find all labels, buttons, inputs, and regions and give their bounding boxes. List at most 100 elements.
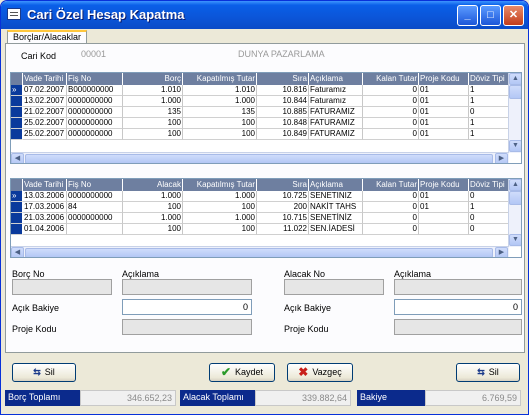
table-cell[interactable]: 01 (419, 202, 469, 213)
table-cell[interactable]: 200 (257, 202, 309, 213)
table-cell[interactable]: 1.010 (183, 85, 257, 96)
hscroll-thumb[interactable] (25, 154, 493, 163)
table-row[interactable]: 01.04.2006 100 100 11.022 SEN.İADESİ 0 0 (11, 224, 509, 235)
table-cell[interactable]: SENETINIZ (309, 191, 363, 202)
table-cell[interactable]: 10.725 (257, 191, 309, 202)
table-cell[interactable]: 17.03.2006 (23, 202, 67, 213)
table-cell[interactable]: 0 (363, 85, 419, 96)
table-cell[interactable]: 0000000000 (67, 96, 123, 107)
table-cell[interactable]: SENETİNİZ (309, 213, 363, 224)
table-row[interactable]: 25.02.2007 0000000000 100 100 10.849 FATURAMI… (11, 129, 509, 140)
table-cell[interactable]: 01 (419, 107, 469, 118)
table-cell[interactable]: SEN.İADESİ (309, 224, 363, 235)
column-header[interactable]: Alacak (123, 179, 183, 191)
table-cell[interactable]: 0 (363, 202, 419, 213)
table-cell[interactable]: FATURAMIZ (309, 118, 363, 129)
table-cell[interactable]: 13.03.2006 (23, 191, 67, 202)
table-row[interactable]: 13.02.2007 0000000000 1.000 1.000 10.844 Fatu… (11, 96, 509, 107)
sil-left-button[interactable]: ⇆ Sil (12, 363, 76, 382)
table-cell[interactable]: 0 (469, 224, 509, 235)
table-cell[interactable]: 1.000 (183, 191, 257, 202)
scroll-down-icon[interactable]: ▼ (509, 234, 521, 246)
row-indicator-icon[interactable]: » (11, 85, 23, 96)
scroll-thumb[interactable] (509, 85, 521, 99)
table-cell[interactable]: 01 (419, 85, 469, 96)
column-header[interactable]: Vade Tarihi (23, 179, 67, 191)
column-header[interactable]: Açıklama (309, 73, 363, 85)
table-cell[interactable] (419, 224, 469, 235)
table-cell[interactable]: 100 (183, 202, 257, 213)
table-cell[interactable]: 01.04.2006 (23, 224, 67, 235)
table-cell[interactable]: 1 (469, 202, 509, 213)
column-header[interactable]: Döviz Tipi (469, 73, 509, 85)
table-cell[interactable]: 100 (183, 224, 257, 235)
table-cell[interactable]: 0 (363, 96, 419, 107)
column-header[interactable]: Açıklama (309, 179, 363, 191)
scroll-up-icon[interactable]: ▲ (509, 73, 521, 85)
table-row[interactable]: » 13.03.2006 0000000000 1.000 1.000 10.725 SEN… (11, 191, 509, 202)
alacaklar-vscroll[interactable]: ▲ ▼ (508, 179, 521, 247)
table-cell[interactable]: 1.000 (123, 96, 183, 107)
table-row[interactable]: 17.03.2006 84 100 100 200 NAKİT TAHS 0 01 1 (11, 202, 509, 213)
table-cell[interactable]: 0 (363, 129, 419, 140)
alacak-bakiye-field[interactable]: 0 (394, 299, 522, 315)
borc-proje-field[interactable] (122, 319, 252, 335)
table-cell[interactable]: 01 (419, 191, 469, 202)
table-cell[interactable]: 25.02.2007 (23, 129, 67, 140)
close-button[interactable]: ✕ (503, 5, 524, 26)
table-cell[interactable]: 1.000 (123, 191, 183, 202)
table-cell[interactable]: 0000000000 (67, 191, 123, 202)
table-cell[interactable]: 1 (469, 85, 509, 96)
row-indicator-icon[interactable] (11, 224, 23, 235)
table-cell[interactable]: NAKİT TAHS (309, 202, 363, 213)
table-cell[interactable]: 135 (183, 107, 257, 118)
table-row[interactable]: 21.03.2006 0000000000 1.000 1.000 10.715 SENE… (11, 213, 509, 224)
borclar-vscroll[interactable]: ▲ ▼ (508, 73, 521, 153)
row-indicator-icon[interactable] (11, 213, 23, 224)
column-header[interactable]: Vade Tarihi (23, 73, 67, 85)
table-cell[interactable]: Faturamız (309, 85, 363, 96)
table-cell[interactable]: FATURAMIZ (309, 107, 363, 118)
table-cell[interactable]: 10.715 (257, 213, 309, 224)
table-cell[interactable]: 0 (363, 107, 419, 118)
table-cell[interactable]: 0 (363, 213, 419, 224)
vazgec-button[interactable]: ✖ Vazgeç (287, 363, 353, 382)
table-cell[interactable] (67, 224, 123, 235)
table-cell[interactable]: 1 (469, 129, 509, 140)
table-cell[interactable]: 0 (469, 107, 509, 118)
table-cell[interactable]: 1.000 (183, 213, 257, 224)
table-cell[interactable] (419, 213, 469, 224)
column-header[interactable]: Fiş No (67, 179, 123, 191)
table-cell[interactable]: 21.02.2007 (23, 107, 67, 118)
table-cell[interactable]: 0000000000 (67, 213, 123, 224)
table-cell[interactable]: 1 (469, 118, 509, 129)
table-cell[interactable]: 13.02.2007 (23, 96, 67, 107)
scroll-down-icon[interactable]: ▼ (509, 140, 521, 152)
column-header[interactable]: Kalan Tutar (363, 73, 419, 85)
scroll-left-icon[interactable]: ◀ (11, 247, 24, 257)
scroll-thumb[interactable] (509, 191, 521, 205)
table-cell[interactable]: 0 (363, 191, 419, 202)
row-indicator-icon[interactable] (11, 96, 23, 107)
table-cell[interactable]: 1.000 (183, 96, 257, 107)
table-cell[interactable]: 01 (419, 118, 469, 129)
table-cell[interactable]: 25.02.2007 (23, 118, 67, 129)
table-cell[interactable]: 10.849 (257, 129, 309, 140)
tab-borclar-alacaklar[interactable]: Borçlar/Alacaklar (7, 30, 88, 44)
table-row[interactable]: 21.02.2007 0000000000 135 135 10.885 FATURAMI… (11, 107, 509, 118)
sil-right-button[interactable]: ⇆ Sil (456, 363, 520, 382)
row-indicator-icon[interactable] (11, 129, 23, 140)
borc-aciklama-field[interactable] (122, 279, 252, 295)
column-header[interactable]: Döviz Tipi (469, 179, 509, 191)
column-header[interactable]: Proje Kodu (419, 73, 469, 85)
table-cell[interactable]: 01 (419, 129, 469, 140)
table-cell[interactable]: 10.848 (257, 118, 309, 129)
table-cell[interactable]: 100 (123, 224, 183, 235)
table-cell[interactable]: FATURAMIZ (309, 129, 363, 140)
borclar-hscroll[interactable]: ◀ ▶ (11, 152, 509, 163)
borc-no-field[interactable] (12, 279, 112, 295)
alacaklar-grid[interactable]: Vade Tarihi Fiş No Alacak Kapatılmış Tutar S… (10, 178, 522, 258)
table-cell[interactable]: 1 (469, 96, 509, 107)
table-cell[interactable]: 1.000 (123, 213, 183, 224)
table-cell[interactable]: 0 (363, 118, 419, 129)
